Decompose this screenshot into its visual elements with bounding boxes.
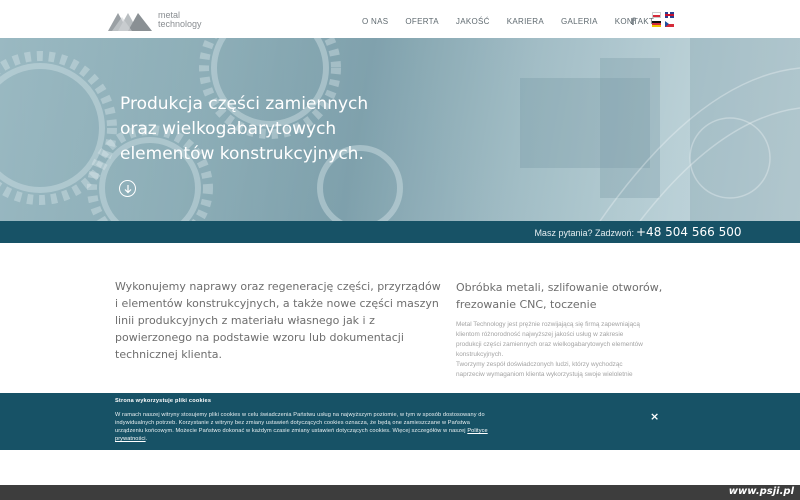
nav-item-o-nas[interactable]: O NAS xyxy=(362,17,388,26)
intro-right-body-line: Tworzymy zespół doświadczonych ludzi, kt… xyxy=(456,361,623,368)
phone-prompt: Masz pytania? Zadzwoń: xyxy=(534,228,634,238)
logo-text: metal technology xyxy=(158,11,202,29)
logo-line-2: technology xyxy=(158,19,202,29)
intro-right-heading: Obróbka metali, szlifowanie otworów, fre… xyxy=(456,279,716,313)
intro-right-body-line: Metal Technology jest prężnie rozwijając… xyxy=(456,321,640,328)
facebook-icon[interactable]: f xyxy=(631,17,635,28)
intro-left-line: powierzonego na podstawie wzoru lub doku… xyxy=(115,331,404,344)
footer-strip: www.psji.pl xyxy=(0,485,800,500)
logo[interactable]: metal technology xyxy=(108,8,218,32)
phone-bar: Masz pytania? Zadzwoń: +48 504 566 500 xyxy=(0,221,800,243)
main-nav: O NAS OFERTA JAKOŚĆ KARIERA GALERIA KONT… xyxy=(362,17,671,26)
page: metal technology O NAS OFERTA JAKOŚĆ KAR… xyxy=(0,0,800,500)
site-header: metal technology O NAS OFERTA JAKOŚĆ KAR… xyxy=(0,0,800,38)
close-icon[interactable]: × xyxy=(650,410,659,423)
intro-right-heading-line: frezowanie CNC, toczenie xyxy=(456,298,597,311)
cookie-text-suffix: . xyxy=(145,436,148,442)
cookie-text-line: urządzeniu końcowym. Możecie Państwo dok… xyxy=(115,427,595,435)
hero-title: Produkcja części zamiennych oraz wielkog… xyxy=(120,92,420,167)
nav-item-kariera[interactable]: KARIERA xyxy=(507,17,544,26)
logo-mark-icon xyxy=(108,13,152,31)
flag-en-icon[interactable] xyxy=(665,12,674,18)
arrow-down-circle-icon[interactable] xyxy=(119,180,136,197)
intro-right-heading-line: Obróbka metali, szlifowanie otworów, xyxy=(456,281,663,294)
intro-left-line: Wykonujemy naprawy oraz regenerację częś… xyxy=(115,280,441,293)
language-switcher xyxy=(652,11,676,29)
intro-left-line: linii produkcyjnych z materiału własnego… xyxy=(115,314,375,327)
cookie-text-line-3: urządzeniu końcowym. Możecie Państwo dok… xyxy=(115,428,466,434)
flag-pl-icon[interactable] xyxy=(652,12,661,18)
flag-de-icon[interactable] xyxy=(652,21,661,27)
intro-right-body-line: konstrukcyjnych. xyxy=(456,351,504,358)
cookie-banner: Strona wykorzystuje pliki cookies W rama… xyxy=(0,393,800,450)
cookie-text-line: W ramach naszej witryny stosujemy pliki … xyxy=(115,412,485,418)
privacy-policy-link[interactable]: Polityce xyxy=(467,428,487,434)
cookie-text: W ramach naszej witryny stosujemy pliki … xyxy=(115,411,595,443)
intro-left-text: Wykonujemy naprawy oraz regenerację częś… xyxy=(115,278,445,363)
intro-right-body: Metal Technology jest prężnie rozwijając… xyxy=(456,320,716,380)
intro-left-line: technicznej klienta. xyxy=(115,348,223,361)
hero-title-line: Produkcja części zamiennych xyxy=(120,94,369,114)
flag-cz-icon[interactable] xyxy=(665,21,674,27)
intro-left-line: i elementów konstrukcyjnych, a także now… xyxy=(115,297,439,310)
hero-title-line: oraz wielkogabarytowych xyxy=(120,119,337,139)
cookie-title: Strona wykorzystuje pliki cookies xyxy=(115,398,212,404)
privacy-policy-link-cont[interactable]: prywatności xyxy=(115,436,146,442)
nav-item-oferta[interactable]: OFERTA xyxy=(405,17,439,26)
intro-right-body-line: produkcji części zamiennych oraz wielkog… xyxy=(456,341,643,348)
cookie-text-line: prywatności. xyxy=(115,435,595,443)
nav-item-jakosc[interactable]: JAKOŚĆ xyxy=(456,17,490,26)
footer-brand[interactable]: www.psji.pl xyxy=(729,486,794,497)
nav-item-galeria[interactable]: GALERIA xyxy=(561,17,598,26)
arrow-down-icon xyxy=(124,185,132,194)
phone-number[interactable]: +48 504 566 500 xyxy=(636,225,741,239)
hero-title-line: elementów konstrukcyjnych. xyxy=(120,144,364,164)
cookie-text-line: indywidualnych potrzeb. Korzystanie z wi… xyxy=(115,420,470,426)
intro-right-body-line: naprzeciw wymaganiom klienta wykorzystuj… xyxy=(456,371,633,378)
intro-right-body-line: klientom różnorodność najwyższej jakości… xyxy=(456,331,624,338)
